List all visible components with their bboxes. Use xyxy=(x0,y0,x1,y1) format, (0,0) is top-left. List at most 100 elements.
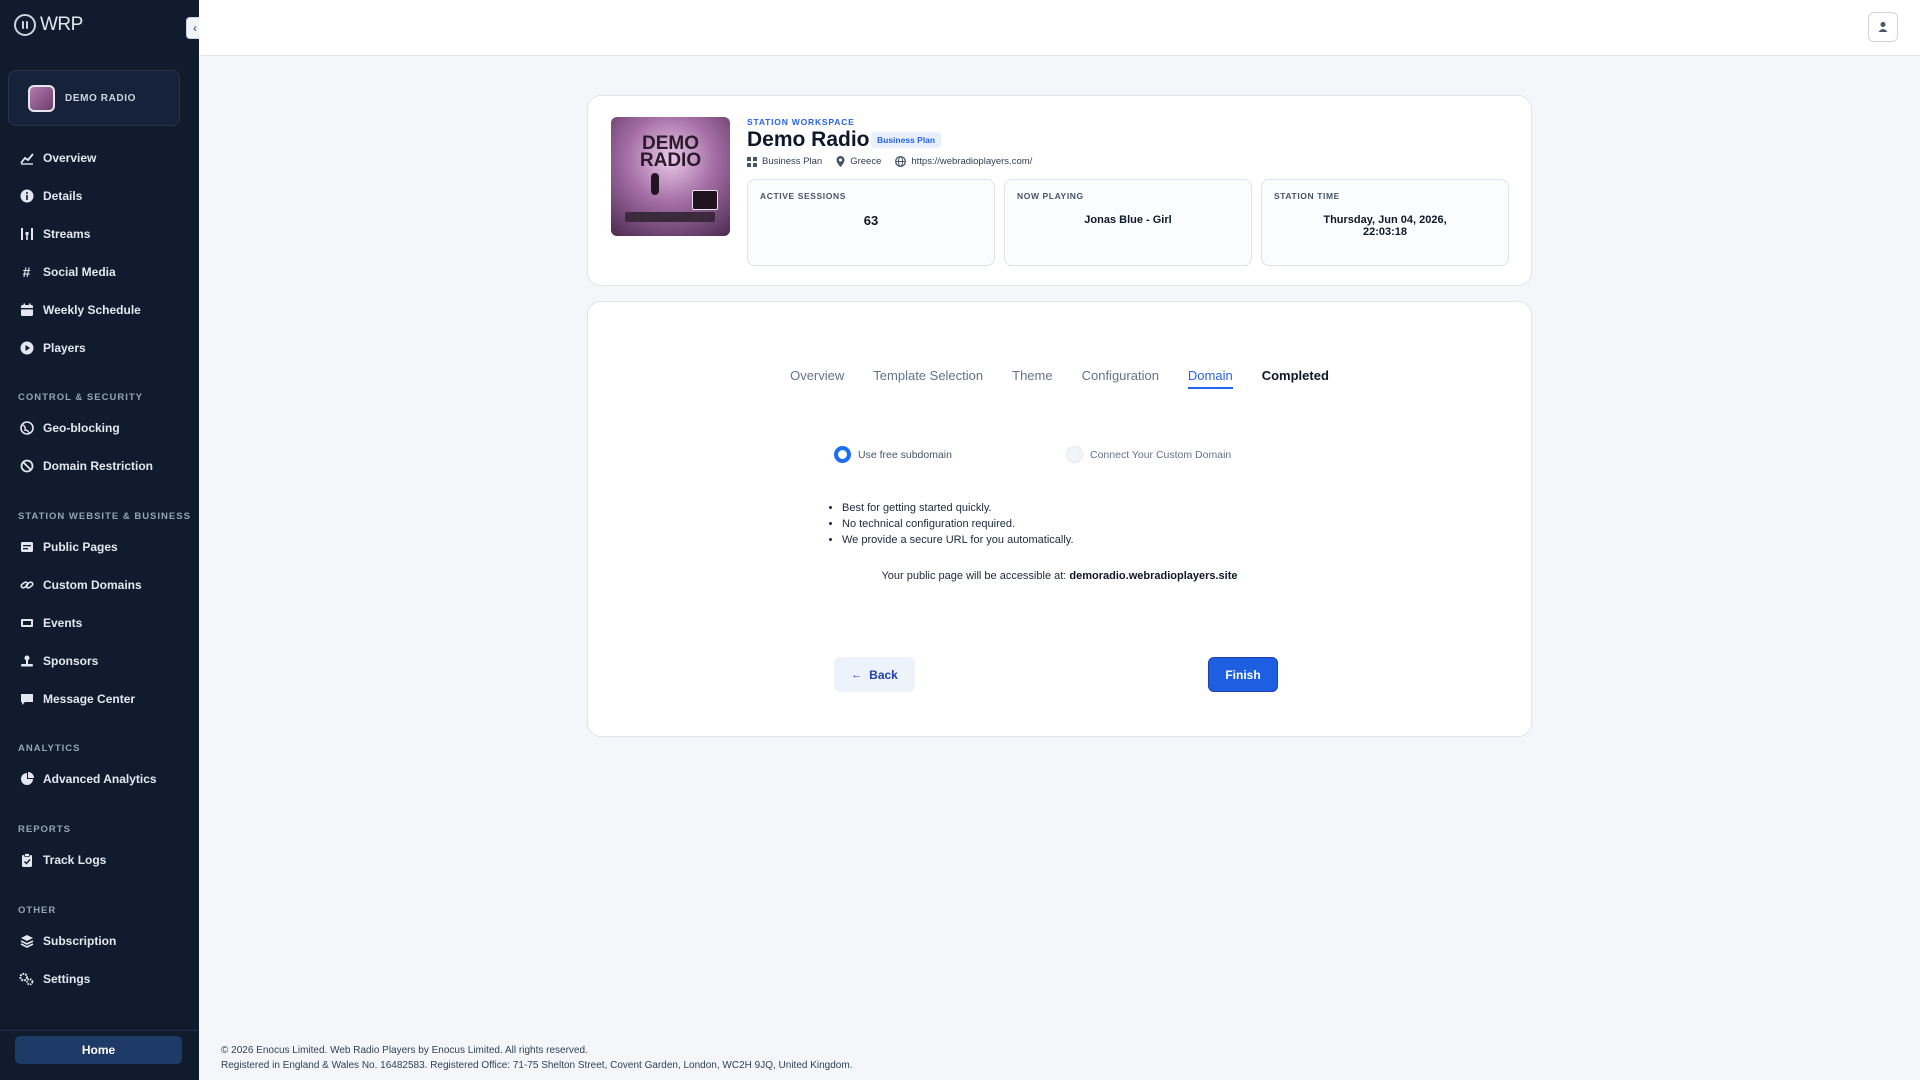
station-meta: Business Plan Greece https://webradiopla… xyxy=(747,156,1032,167)
sidebar-item-label: Advanced Analytics xyxy=(43,772,157,786)
setup-wizard-card: Overview Template Selection Theme Config… xyxy=(587,301,1532,737)
topbar xyxy=(199,0,1920,56)
option-custom-domain[interactable]: Connect Your Custom Domain xyxy=(1066,446,1231,463)
sidebar-item-label: Message Center xyxy=(43,692,136,706)
meta-plan-text: Business Plan xyxy=(762,156,823,167)
sidebar-divider xyxy=(0,1030,199,1031)
sidebar-item-label: Social Media xyxy=(43,265,116,279)
meta-url-text: https://webradioplayers.com/ xyxy=(911,156,1033,167)
chevron-left-icon: ‹ xyxy=(193,21,197,35)
station-time-date: Thursday, Jun 04, 2026, xyxy=(1323,214,1447,226)
sidebar-item-label: Custom Domains xyxy=(43,578,142,592)
tab-completed[interactable]: Completed xyxy=(1262,368,1329,389)
sidebar: WRP ‹ DEMO RADIO Overview Details Stream… xyxy=(0,0,204,1080)
sidebar-item-label: Streams xyxy=(43,227,91,241)
chart-line-icon xyxy=(19,151,34,166)
brand-logo[interactable]: WRP xyxy=(14,14,83,36)
page-footer: © 2026 Enocus Limited. Web Radio Players… xyxy=(221,1043,852,1073)
sidebar-item-social-media[interactable]: # Social Media xyxy=(19,262,116,282)
tab-theme[interactable]: Theme xyxy=(1012,368,1052,389)
clipboard-icon xyxy=(19,853,34,868)
radio-selected[interactable] xyxy=(834,446,851,463)
back-button[interactable]: ← Back xyxy=(834,657,915,692)
sidebar-item-label: Domain Restriction xyxy=(43,459,154,473)
mixing-desk-icon xyxy=(625,212,715,222)
sidebar-item-overview[interactable]: Overview xyxy=(19,148,96,168)
sidebar-item-advanced-analytics[interactable]: Advanced Analytics xyxy=(19,769,157,789)
ban-icon xyxy=(19,459,34,474)
sidebar-item-label: Events xyxy=(43,616,83,630)
sidebar-item-details[interactable]: Details xyxy=(19,186,82,206)
station-cover-image: DEMO RADIO xyxy=(611,117,730,236)
station-header-card: DEMO RADIO STATION WORKSPACE Demo Radio … xyxy=(587,95,1532,286)
sidebar-item-events[interactable]: Events xyxy=(19,613,82,633)
tab-template-selection[interactable]: Template Selection xyxy=(873,368,983,389)
sidebar-item-weekly-schedule[interactable]: Weekly Schedule xyxy=(19,300,141,320)
play-icon xyxy=(19,341,34,356)
list-item: We provide a secure URL for you automati… xyxy=(842,532,1074,548)
sidebar-item-label: Settings xyxy=(43,972,91,986)
sidebar-item-subscription[interactable]: Subscription xyxy=(19,931,116,951)
sidebar-item-streams[interactable]: Streams xyxy=(19,224,90,244)
tab-overview[interactable]: Overview xyxy=(790,368,844,389)
stat-label: NOW PLAYING xyxy=(1017,191,1084,201)
monitor-icon xyxy=(692,190,718,210)
subdomain-benefits: Best for getting started quickly. No tec… xyxy=(829,500,1074,548)
sidebar-item-label: Public Pages xyxy=(43,540,118,554)
stat-now-playing: NOW PLAYING Jonas Blue - Girl xyxy=(1004,179,1252,266)
meta-url[interactable]: https://webradioplayers.com/ xyxy=(895,156,1032,167)
ticket-icon xyxy=(19,616,34,631)
radio-unselected[interactable] xyxy=(1066,446,1083,463)
home-button[interactable]: Home xyxy=(15,1036,182,1064)
finish-button[interactable]: Finish xyxy=(1208,657,1278,692)
meta-plan: Business Plan xyxy=(747,156,822,167)
station-time-clock: 22:03:18 xyxy=(1362,226,1408,238)
arrow-left-icon: ← xyxy=(851,668,863,681)
link-icon xyxy=(19,578,34,593)
microphone-icon xyxy=(651,173,659,195)
sidebar-item-label: Geo-blocking xyxy=(43,421,120,435)
user-icon xyxy=(1878,22,1888,32)
hand-icon xyxy=(19,654,34,669)
sidebar-item-custom-domains[interactable]: Custom Domains xyxy=(19,575,142,595)
station-switcher[interactable]: DEMO RADIO xyxy=(8,70,180,126)
stat-value: Jonas Blue - Girl xyxy=(1084,214,1172,226)
calendar-icon xyxy=(19,303,34,318)
pie-chart-icon xyxy=(19,772,34,787)
sidebar-item-geo-blocking[interactable]: Geo-blocking xyxy=(19,418,120,438)
message-icon xyxy=(19,692,34,707)
footer-copyright: © 2026 Enocus Limited. Web Radio Players… xyxy=(221,1045,588,1056)
sidebar-item-label: Details xyxy=(43,189,83,203)
public-url: demoradio.webradioplayers.site xyxy=(1069,570,1238,582)
stat-label: ACTIVE SESSIONS xyxy=(760,191,846,201)
stat-station-time: STATION TIME Thursday, Jun 04, 2026, 22:… xyxy=(1261,179,1509,266)
tab-configuration[interactable]: Configuration xyxy=(1082,368,1159,389)
info-icon xyxy=(19,189,34,204)
tab-domain[interactable]: Domain xyxy=(1187,368,1233,389)
sidebar-item-label: Subscription xyxy=(43,934,117,948)
sidebar-item-players[interactable]: Players xyxy=(19,338,86,358)
grid-icon xyxy=(747,156,757,167)
user-menu-button[interactable] xyxy=(1868,12,1898,42)
meta-country-text: Greece xyxy=(850,156,882,167)
section-control-security: CONTROL & SECURITY xyxy=(18,392,143,403)
sidebar-item-sponsors[interactable]: Sponsors xyxy=(19,651,98,671)
station-title: Demo Radio xyxy=(747,128,870,151)
option-free-subdomain[interactable]: Use free subdomain xyxy=(834,446,952,463)
sidebar-item-track-logs[interactable]: Track Logs xyxy=(19,850,106,870)
radio-wave-icon xyxy=(14,14,36,36)
sidebar-item-message-center[interactable]: Message Center xyxy=(19,689,135,709)
sidebar-item-label: Track Logs xyxy=(43,853,107,867)
sidebar-item-settings[interactable]: Settings xyxy=(19,969,90,989)
section-station-website: STATION WEBSITE & BUSINESS xyxy=(18,511,191,522)
globe-icon xyxy=(19,421,34,436)
footer-registration: Registered in England & Wales No. 164825… xyxy=(221,1060,853,1071)
location-pin-icon xyxy=(836,156,845,167)
sidebar-item-domain-restriction[interactable]: Domain Restriction xyxy=(19,456,153,476)
stat-value: Thursday, Jun 04, 2026, 22:03:18 xyxy=(1262,214,1508,238)
sidebar-item-label: Players xyxy=(43,341,86,355)
sidebar-item-public-pages[interactable]: Public Pages xyxy=(19,537,118,557)
public-url-line: Your public page will be accessible at: … xyxy=(588,570,1531,582)
brand-name: WRP xyxy=(40,14,83,35)
globe-icon xyxy=(895,156,907,167)
